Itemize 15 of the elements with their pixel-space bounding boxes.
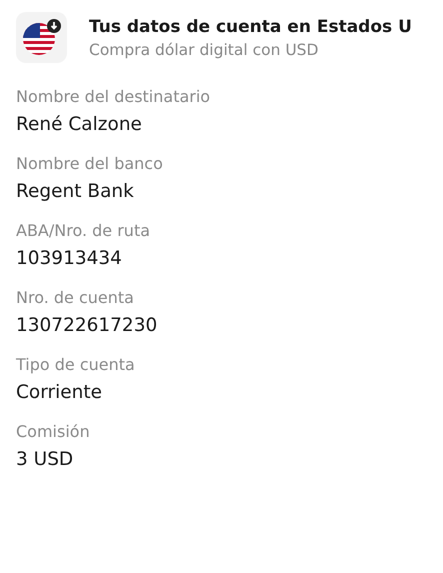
field-value: 3 USD — [16, 448, 74, 472]
field-label: Comisión — [16, 422, 91, 442]
field-label: ABA/Nro. de ruta — [16, 221, 152, 241]
flag-icon — [16, 12, 67, 63]
field-label: Nombre del destinatario — [16, 87, 212, 107]
field-value: 103913434 — [16, 247, 123, 271]
title: Tus datos de cuenta en Estados U — [89, 16, 412, 36]
field-label: Nro. de cuenta — [16, 288, 135, 308]
field-value: René Calzone — [16, 113, 143, 137]
field-value: Corriente — [16, 381, 104, 405]
field-label: Tipo de cuenta — [16, 355, 136, 375]
subtitle: Compra dólar digital con USD — [89, 40, 320, 58]
field-label: Nombre del banco — [16, 154, 164, 174]
field-value: Regent Bank — [16, 180, 135, 204]
field-value: 130722617230 — [16, 314, 158, 338]
